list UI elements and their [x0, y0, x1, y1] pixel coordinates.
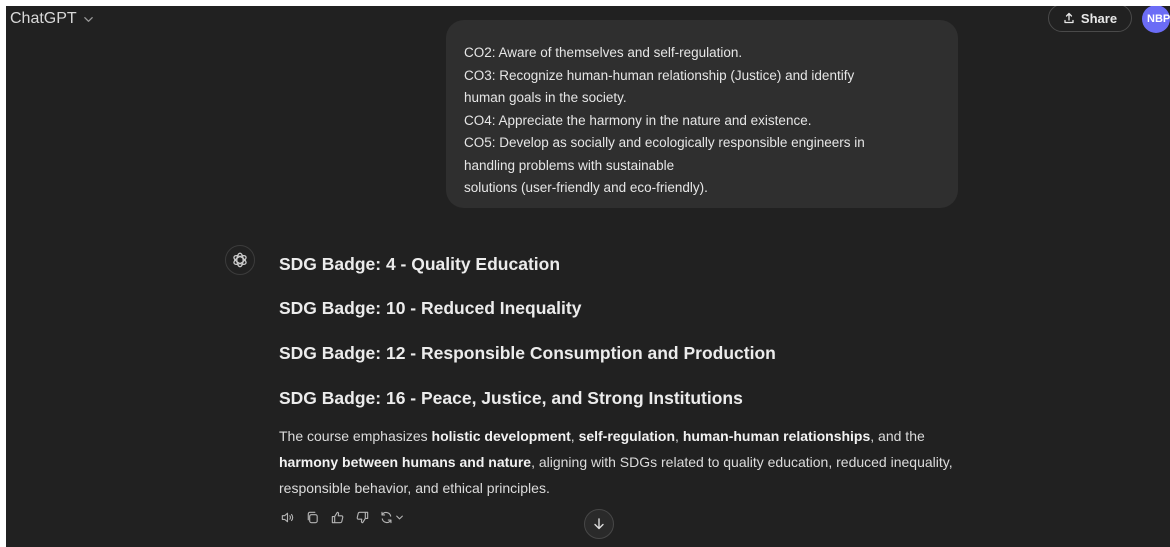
avatar[interactable]: NBP [1142, 6, 1170, 33]
arrow-down-icon [592, 517, 606, 531]
summary-bold: holistic development [431, 428, 571, 444]
summary-paragraph: The course emphasizes holistic developme… [279, 423, 979, 501]
sdg-heading: SDG Badge: 10 - Reduced Inequality [279, 298, 582, 318]
scroll-to-bottom-button[interactable] [584, 509, 614, 539]
copy-icon[interactable] [304, 509, 320, 525]
user-message-line: handling problems with sustainable [464, 157, 675, 173]
share-button[interactable]: Share [1048, 6, 1132, 32]
speaker-icon[interactable] [279, 509, 295, 525]
user-message-line: solutions (user-friendly and eco-friendl… [464, 180, 708, 195]
user-message-line: CO4: Appreciate the harmony in the natur… [464, 112, 812, 128]
openai-logo-icon [225, 245, 255, 275]
user-message-line: CO2: Aware of themselves and self-regula… [464, 45, 743, 60]
sdg-heading: SDG Badge: 12 - Responsible Consumption … [279, 343, 776, 363]
thumbs-up-icon[interactable] [329, 509, 345, 525]
user-message-bubble: CO2: Aware of themselves and self-regula… [446, 20, 958, 208]
thumbs-down-icon[interactable] [354, 509, 370, 525]
summary-text: , and the [870, 428, 925, 444]
model-switcher[interactable]: ChatGPT [10, 10, 94, 28]
sdg-heading: SDG Badge: 16 - Peace, Justice, and Stro… [279, 388, 743, 408]
share-label: Share [1080, 10, 1118, 26]
user-message-line: CO3: Recognize human-human relationship … [464, 67, 855, 83]
message-actions [279, 509, 407, 525]
refresh-icon[interactable] [379, 509, 407, 525]
summary-text: , [675, 428, 683, 444]
chat-window: ChatGPT Share NBP CO2: Aware of themselv… [6, 6, 1170, 547]
chevron-down-icon [83, 14, 94, 25]
summary-bold: self-regulation [578, 428, 676, 444]
summary-bold: human-human relationships [682, 428, 871, 444]
model-name: ChatGPT [10, 10, 77, 27]
summary-text: The course emphasizes [279, 428, 432, 444]
summary-text: , [570, 428, 579, 444]
user-message-line: human goals in the society. [464, 90, 627, 105]
share-icon [1063, 12, 1075, 24]
user-message-line: CO5: Develop as socially and ecologicall… [464, 135, 865, 150]
summary-bold: harmony between humans and nature [279, 454, 532, 470]
sdg-heading: SDG Badge: 4 - Quality Education [279, 254, 561, 274]
